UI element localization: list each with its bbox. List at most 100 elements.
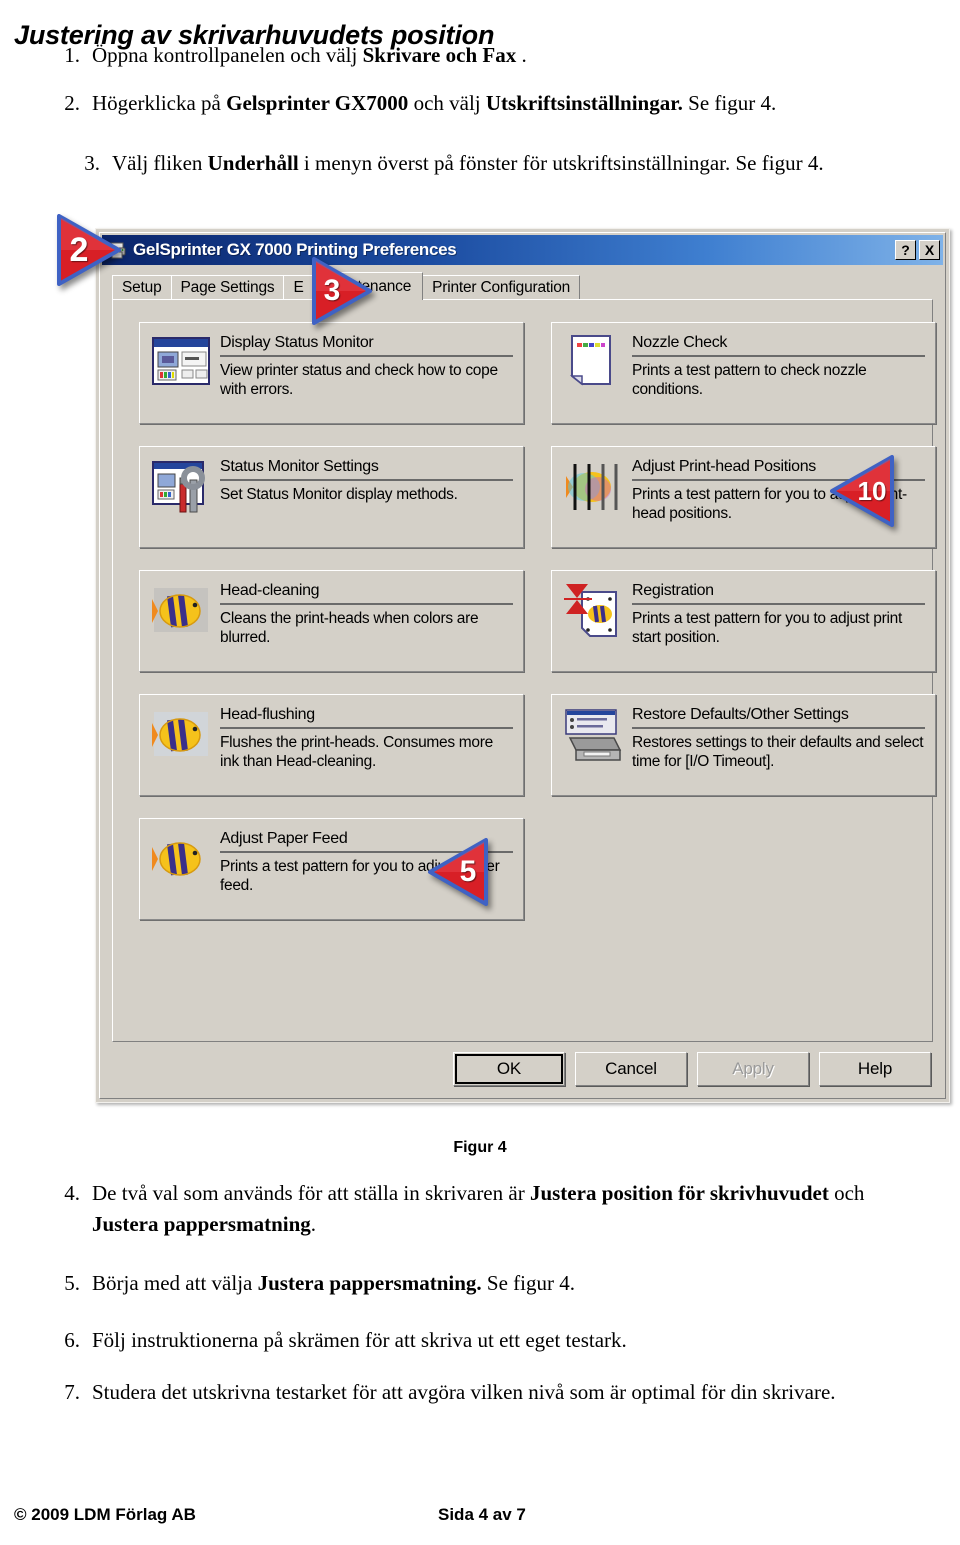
maintenance-item-restore-defaults-other-settings[interactable]: Restore Defaults/Other Settings Restores … bbox=[551, 694, 936, 796]
titlebar-buttons: ? X bbox=[895, 240, 940, 260]
maintenance-item-registration[interactable]: Registration Prints a test pattern for yo… bbox=[551, 570, 936, 672]
body-text: Se figur 4. bbox=[682, 91, 777, 115]
head-flushing-fish-icon bbox=[150, 704, 212, 766]
maintenance-item-nozzle-check[interactable]: Nozzle Check Prints a test pattern to che… bbox=[551, 322, 936, 424]
step-item-4: 4. De två val som används för att ställa… bbox=[46, 1178, 926, 1240]
cancel-button[interactable]: Cancel bbox=[575, 1052, 687, 1086]
dialog-tabstrip: Setup Page Settings E Maintenance Printer Co… bbox=[112, 272, 933, 300]
body-text: Börja med att välja bbox=[92, 1271, 258, 1295]
figure-caption: Figur 4 bbox=[453, 1139, 507, 1156]
step-text: Välj fliken Underhåll i menyn överst på … bbox=[112, 148, 956, 179]
status-monitor-window-icon bbox=[150, 332, 212, 394]
maintenance-item-title: Nozzle Check bbox=[632, 334, 925, 357]
status-monitor-settings-icon bbox=[150, 456, 212, 518]
step-text: Högerklicka på Gelsprinter GX7000 och vä… bbox=[92, 88, 936, 119]
maintenance-item-body: Restore Defaults/Other Settings Restores … bbox=[632, 704, 925, 771]
paper-feed-fish-icon bbox=[150, 828, 212, 890]
emphasis-text: Justera pappersmatning bbox=[92, 1212, 311, 1236]
footer-page-number: Sida 4 av 7 bbox=[438, 1505, 526, 1524]
maintenance-item-title: Status Monitor Settings bbox=[220, 458, 513, 481]
emphasis-text: Justera position för skrivhuvudet bbox=[529, 1181, 829, 1205]
maintenance-item-description: Prints a test pattern for you to adjust … bbox=[632, 610, 902, 646]
registration-icon bbox=[562, 580, 624, 642]
callout-arrow-10: 10 bbox=[830, 455, 896, 527]
step-text: Öppna kontrollpanelen och välj Skrivare … bbox=[92, 40, 926, 71]
footer-copyright: © 2009 LDM Förlag AB bbox=[14, 1505, 196, 1524]
step-number: 5. bbox=[64, 1271, 80, 1295]
maintenance-item-title: Head-cleaning bbox=[220, 582, 513, 605]
document-page: Justering av skrivarhuvudets position 1.… bbox=[0, 0, 960, 1545]
nozzle-check-page-icon bbox=[562, 332, 624, 394]
maintenance-panel: Display Status Monitor View printer statu… bbox=[112, 299, 936, 1042]
maintenance-item-status-monitor-settings[interactable]: Status Monitor Settings Set Status Monito… bbox=[139, 446, 524, 548]
dialog-button-row: OK Cancel Apply Help bbox=[453, 1052, 931, 1086]
body-text: och bbox=[828, 1181, 865, 1205]
step-number: 1. bbox=[64, 43, 80, 67]
step-item-6: 6. Följ instruktionerna på skrämen för a… bbox=[46, 1325, 926, 1356]
maintenance-item-body: Display Status Monitor View printer statu… bbox=[220, 332, 513, 399]
step-number: 4. bbox=[64, 1181, 80, 1205]
step-text: Följ instruktionerna på skrämen för att … bbox=[92, 1325, 926, 1356]
maintenance-item-body: Status Monitor Settings Set Status Monito… bbox=[220, 456, 513, 504]
maintenance-item-body: Nozzle Check Prints a test pattern to che… bbox=[632, 332, 925, 399]
emphasis-text: Underhåll bbox=[207, 151, 299, 175]
emphasis-text: Justera pappersmatning. bbox=[257, 1271, 482, 1295]
maintenance-item-body: Head-cleaning Cleans the print-heads when… bbox=[220, 580, 513, 647]
emphasis-text: Gelsprinter GX7000 bbox=[226, 91, 409, 115]
maintenance-item-body: Head-flushing Flushes the print-heads. Co… bbox=[220, 704, 513, 771]
body-text: Öppna kontrollpanelen och välj bbox=[92, 43, 363, 67]
close-icon[interactable]: X bbox=[919, 240, 940, 260]
step-text: De två val som används för att ställa in… bbox=[92, 1178, 926, 1240]
maintenance-item-description: Flushes the print-heads. Consumes more i… bbox=[220, 734, 493, 770]
step-item-7: 7. Studera det utskrivna testarket för a… bbox=[46, 1377, 926, 1408]
maintenance-item-display-status-monitor[interactable]: Display Status Monitor View printer statu… bbox=[139, 322, 524, 424]
maintenance-item-title: Display Status Monitor bbox=[220, 334, 513, 357]
restore-defaults-printer-icon bbox=[562, 704, 624, 766]
body-text: De två val som används för att ställa in… bbox=[92, 1181, 530, 1205]
step-number: 6. bbox=[64, 1328, 80, 1352]
head-cleaning-fish-icon bbox=[150, 580, 212, 642]
body-text: och välj bbox=[408, 91, 486, 115]
maintenance-item-description: Prints a test pattern to check nozzle co… bbox=[632, 362, 867, 398]
body-text: Studera det utskrivna testarket för att … bbox=[92, 1380, 836, 1404]
body-text: Följ instruktionerna på skrämen för att … bbox=[92, 1328, 627, 1352]
dialog-titlebar: GelSprinter GX 7000 Printing Preferences… bbox=[102, 235, 943, 265]
tab-page-settings[interactable]: Page Settings bbox=[170, 275, 285, 300]
step-text: Studera det utskrivna testarket för att … bbox=[92, 1377, 926, 1408]
maintenance-item-body: Registration Prints a test pattern for yo… bbox=[632, 580, 925, 647]
body-text: i menyn överst på fönster för utskriftsi… bbox=[298, 151, 824, 175]
step-number: 2. bbox=[64, 91, 80, 115]
body-text: Välj fliken bbox=[112, 151, 208, 175]
print-head-positions-icon bbox=[562, 456, 624, 518]
maintenance-item-title: Head-flushing bbox=[220, 706, 513, 729]
dialog-title: GelSprinter GX 7000 Printing Preferences bbox=[133, 240, 457, 259]
step-item-2: 2. Högerklicka på Gelsprinter GX7000 och… bbox=[46, 88, 936, 119]
step-item-1: 1. Öppna kontrollpanelen och välj Skriva… bbox=[46, 40, 926, 71]
callout-arrow-2: 2 bbox=[55, 214, 121, 286]
printing-preferences-dialog: GelSprinter GX 7000 Printing Preferences… bbox=[95, 228, 950, 1103]
body-text: . bbox=[516, 43, 527, 67]
ok-button[interactable]: OK bbox=[453, 1052, 565, 1086]
body-text: Se figur 4. bbox=[481, 1271, 575, 1295]
maintenance-item-description: Restores settings to their defaults and … bbox=[632, 734, 924, 770]
maintenance-item-title: Restore Defaults/Other Settings bbox=[632, 706, 925, 729]
body-text: Högerklicka på bbox=[92, 91, 227, 115]
maintenance-item-head-cleaning[interactable]: Head-cleaning Cleans the print-heads when… bbox=[139, 570, 524, 672]
step-text: Börja med att välja Justera pappersmatni… bbox=[92, 1268, 926, 1299]
page-footer: © 2009 LDM Förlag AB Sida 4 av 7 bbox=[0, 1505, 960, 1535]
body-text: . bbox=[310, 1212, 317, 1236]
apply-button: Apply bbox=[697, 1052, 809, 1086]
step-item-3: 3. Välj fliken Underhåll i menyn överst … bbox=[66, 148, 956, 179]
maintenance-column-right: Nozzle Check Prints a test pattern to che… bbox=[551, 322, 936, 818]
maintenance-item-description: View printer status and check how to cop… bbox=[220, 362, 498, 398]
step-number: 3. bbox=[84, 151, 100, 175]
maintenance-item-description: Cleans the print-heads when colors are b… bbox=[220, 610, 479, 646]
tab-printer-configuration[interactable]: Printer Configuration bbox=[422, 275, 581, 300]
help-icon[interactable]: ? bbox=[895, 240, 916, 260]
emphasis-text: Utskriftsinställningar. bbox=[485, 91, 683, 115]
callout-arrow-3: 3 bbox=[310, 257, 372, 325]
dialog-frame: GelSprinter GX 7000 Printing Preferences… bbox=[99, 232, 946, 1099]
help-button[interactable]: Help bbox=[819, 1052, 931, 1086]
step-item-5: 5. Börja med att välja Justera pappersma… bbox=[46, 1268, 926, 1299]
maintenance-item-head-flushing[interactable]: Head-flushing Flushes the print-heads. Co… bbox=[139, 694, 524, 796]
